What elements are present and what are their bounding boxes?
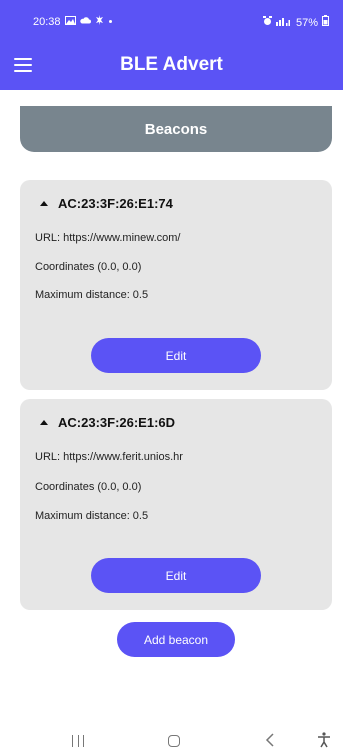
signal-icon (275, 16, 292, 30)
battery-icon (322, 15, 329, 30)
beacon-card-header[interactable]: AC:23:3F:26:E1:74 (40, 196, 173, 211)
beacon-card-header[interactable]: AC:23:3F:26:E1:6D (40, 415, 175, 430)
beacon-max-distance: Maximum distance: 0.5 (35, 510, 149, 522)
recents-icon[interactable] (72, 735, 84, 747)
status-left: 20:38 (33, 15, 113, 29)
alarm-icon (262, 15, 272, 30)
collapse-caret-icon (40, 420, 48, 425)
beacons-tab[interactable]: Beacons (20, 106, 332, 152)
add-beacon-button[interactable]: Add beacon (117, 622, 235, 657)
cloud-icon (79, 16, 91, 28)
system-nav-bar (0, 724, 343, 756)
app-title: BLE Advert (120, 54, 223, 75)
beacon-coordinates: Coordinates (0.0, 0.0) (35, 261, 142, 273)
beacon-mac: AC:23:3F:26:E1:74 (58, 196, 173, 211)
back-icon[interactable] (264, 733, 276, 747)
edit-button[interactable]: Edit (91, 338, 261, 373)
battery-percent: 57% (295, 16, 318, 29)
dot-icon (108, 16, 113, 28)
settings-icon (95, 15, 104, 29)
home-icon[interactable] (168, 735, 180, 747)
app-bar: BLE Advert (0, 40, 343, 90)
status-bar: 20:38 57% (0, 0, 343, 40)
beacon-mac: AC:23:3F:26:E1:6D (58, 415, 176, 430)
beacon-card: AC:23:3F:26:E1:74 URL: https://www.minew… (20, 180, 332, 390)
accessibility-icon[interactable] (317, 732, 331, 748)
status-time: 20:38 (33, 16, 61, 28)
status-right: 57% (262, 15, 329, 30)
edit-button[interactable]: Edit (91, 558, 261, 593)
beacon-url: URL: https://www.ferit.unios.hr (35, 451, 183, 463)
beacon-coordinates: Coordinates (0.0, 0.0) (35, 481, 142, 493)
collapse-caret-icon (40, 201, 48, 206)
gallery-icon (64, 15, 76, 29)
beacon-card: AC:23:3F:26:E1:6D URL: https://www.ferit… (20, 399, 332, 610)
beacon-max-distance: Maximum distance: 0.5 (35, 289, 149, 301)
beacon-url: URL: https://www.minew.com/ (35, 232, 181, 244)
